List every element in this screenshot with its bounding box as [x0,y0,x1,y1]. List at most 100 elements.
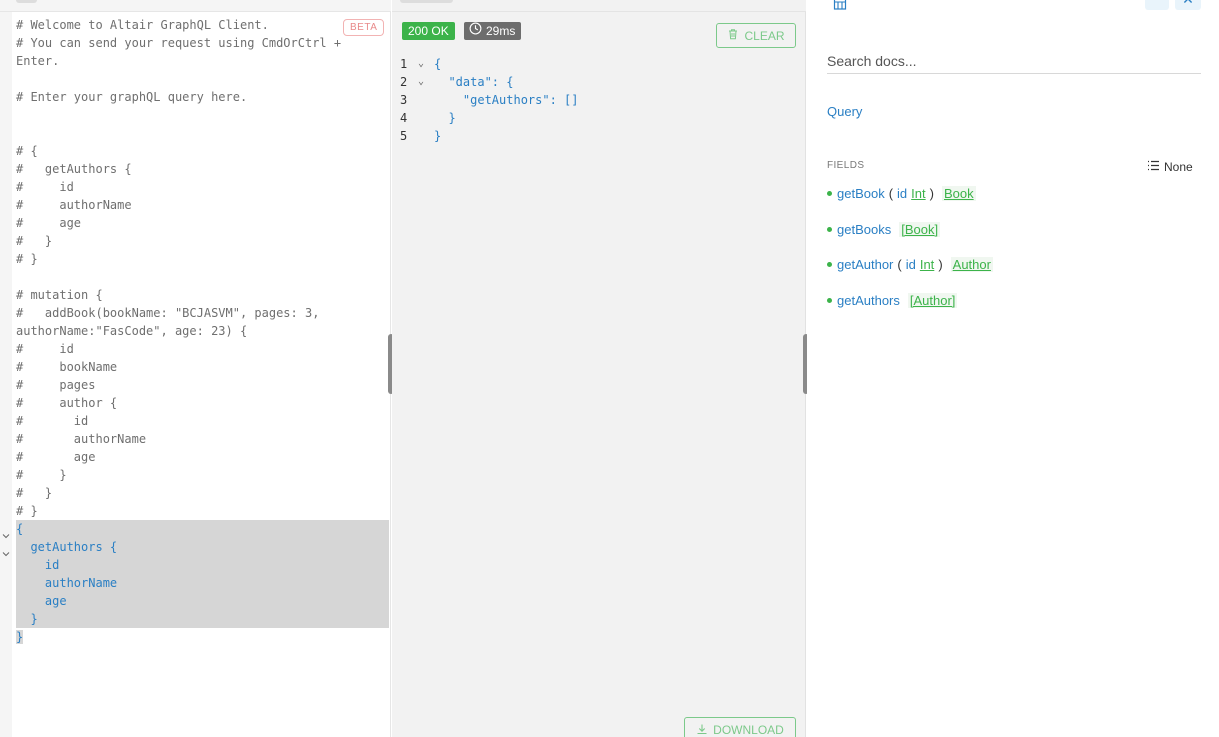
fields-filter-label: None [1164,160,1193,174]
list-icon [1147,160,1160,174]
field-name[interactable]: getAuthor [837,257,893,272]
query-code-line: # } [16,504,38,518]
query-code-line: # author { [16,396,118,410]
query-code-line: # authorName [16,432,147,446]
query-code-line: # Enter your graphQL query here. [16,90,248,104]
fields-sort-filter[interactable]: None [1147,160,1193,174]
fold-chevron-icon[interactable] [2,545,12,557]
query-code-line: # } [16,468,67,482]
beta-badge: BETA [343,19,385,36]
result-code-text: { [434,57,442,71]
fields-section-header: FIELDS [827,160,865,171]
query-code-line: } [16,628,389,646]
query-code-line [16,70,389,88]
field-name[interactable]: getBooks [837,222,891,237]
field-return-type[interactable]: Book [941,186,976,201]
query-code-line: # } [16,252,38,266]
query-code-line: # pages [16,378,96,392]
line-number: 2 [400,75,408,89]
field-return-type[interactable]: Author [950,257,993,272]
query-code-line: age [16,592,389,610]
clear-button-label: CLEAR [744,28,785,43]
fold-chevron-icon[interactable] [418,109,434,127]
download-button[interactable]: DOWNLOAD [684,717,796,737]
query-code-line: # bookName [16,360,118,374]
fold-chevron-icon[interactable] [2,527,12,539]
line-number: 4 [400,111,408,125]
result-code-text: } [434,129,442,143]
query-code-line: # Welcome to Altair GraphQL Client. [16,18,269,32]
query-code-line: # { [16,144,38,158]
docs-query-link[interactable]: Query [827,104,862,119]
result-code-line: 1 ⌄{ [400,55,579,73]
field-arg-name: id [905,257,916,272]
field-return-type[interactable]: [Author] [907,293,958,308]
query-code-line: # getAuthors { [16,162,132,176]
query-code-line: # addBook(bookName: "BCJASVM", pages: 3, [16,306,320,320]
query-code-line: authorName:"FasCode", age: 23) { [16,324,248,338]
query-code-editor[interactable]: # Welcome to Altair GraphQL Client. # You… [16,16,389,646]
clock-icon [469,22,482,40]
field-args-open: ( [897,257,902,272]
field-args-close: ) [929,186,934,201]
query-code-line: # } [16,486,53,500]
response-time-value: 29ms [486,24,516,38]
fold-chevron-icon[interactable] [418,127,434,145]
result-tab-bar [392,0,806,12]
field-return-type[interactable]: [Book] [899,222,941,237]
field-args-open: ( [888,186,894,201]
query-code-line: # authorName [16,198,132,212]
docs-pane: ··· ✕ Query FIELDS None getBook ( id Int… [807,0,1219,737]
field-bullet-icon [827,191,832,196]
query-code-line: # } [16,234,53,248]
query-code-line [16,106,389,124]
query-code-line: # age [16,450,96,464]
fold-chevron-icon[interactable] [418,91,434,109]
query-code-line: Enter. [16,54,60,68]
query-editor-pane: # Welcome to Altair GraphQL Client. # You… [0,0,394,737]
query-code-line: # mutation { [16,288,103,302]
query-tab[interactable] [16,0,37,3]
field-bullet-icon [827,262,832,267]
query-code-line: { [16,520,389,538]
docs-search-input[interactable] [827,48,1201,74]
download-icon [696,723,708,737]
field-bullet-icon [827,227,832,232]
line-number: 5 [400,129,408,143]
result-viewer[interactable]: 1 ⌄{2 ⌄ "data": {3 "getAuthors": [] 4 } 5} [400,55,579,145]
query-code-line [16,268,389,286]
query-code-line: getAuthors { [16,538,389,556]
field-name[interactable]: getBook [837,186,885,201]
query-code-line: # id [16,342,74,356]
query-code-line: } [16,610,389,628]
line-number: 3 [400,93,408,107]
clear-button[interactable]: CLEAR [716,23,796,48]
result-code-line: 4 } [400,109,579,127]
result-code-line: 5} [400,127,579,145]
field-arg-type[interactable]: Int [920,257,934,272]
field-item-getbooks: getBooks [Book] [827,222,941,237]
query-code-text: } [16,630,24,644]
result-code-text: "getAuthors": [] [434,93,579,107]
query-tab-bar [0,0,391,12]
status-badge: 200 OK [402,22,455,40]
query-code-line: # age [16,216,82,230]
field-item-getauthor: getAuthor ( id Int ) Author [827,257,993,272]
query-code-line: # You can send your request using CmdOrC… [16,36,342,50]
result-code-text: "data": { [434,75,514,89]
field-arg-type[interactable]: Int [911,186,925,201]
field-bullet-icon [827,298,832,303]
result-tab[interactable] [400,0,453,3]
query-code-line: # id [16,180,74,194]
fold-chevron-icon[interactable]: ⌄ [418,73,434,91]
fold-chevron-icon[interactable]: ⌄ [418,55,434,73]
query-code-line: id [16,556,389,574]
line-number: 1 [400,57,408,71]
docs-home-icon[interactable] [833,0,847,10]
field-name[interactable]: getAuthors [837,293,900,308]
docs-close-button[interactable]: ✕ [1175,0,1201,10]
trash-icon [727,28,739,43]
field-arg-name: id [897,186,908,201]
result-pane: 200 OK 29ms CLEAR 1 ⌄{2 ⌄ "data": { 3 "getA… [392,0,806,737]
docs-more-button[interactable]: ··· [1145,0,1169,10]
